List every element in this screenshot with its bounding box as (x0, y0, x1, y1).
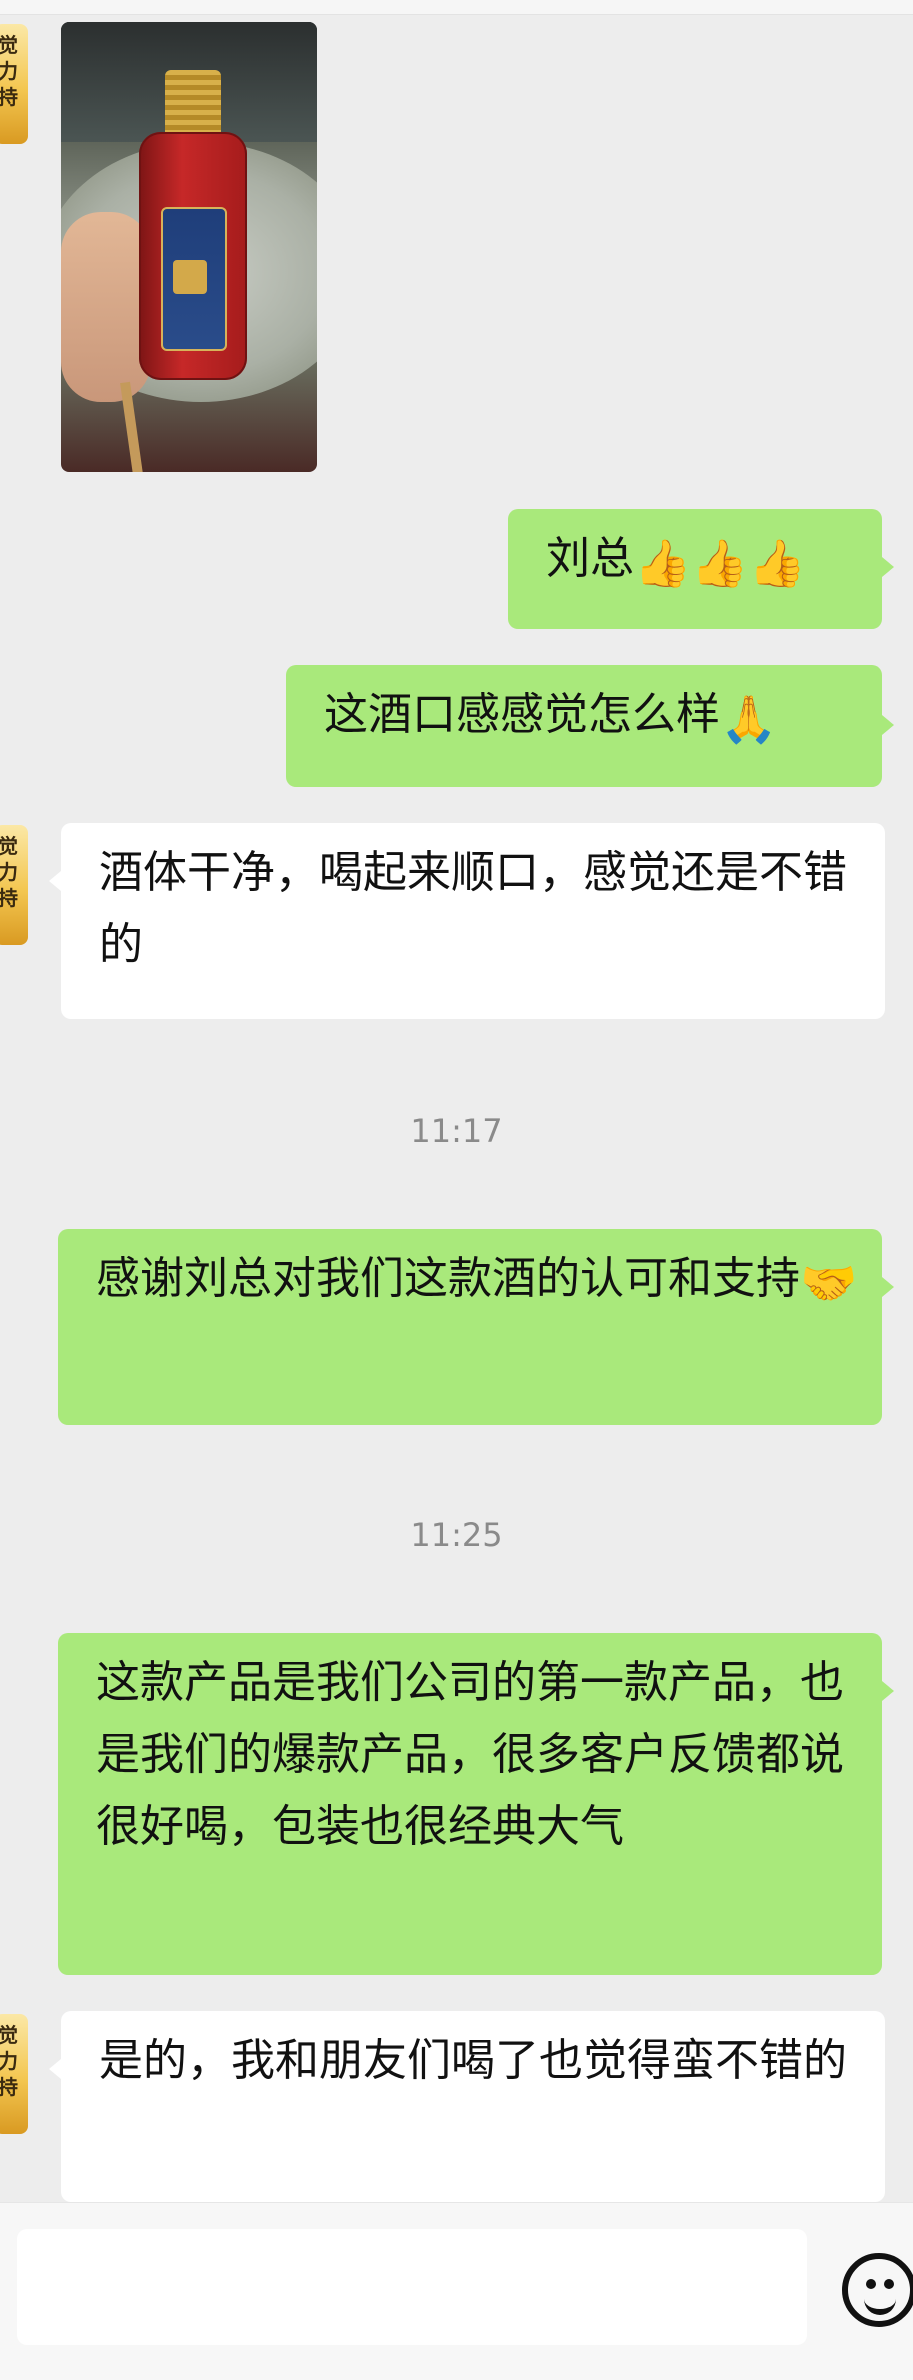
message-bubble-me[interactable]: 这款产品是我们公司的第一款产品，也是我们的爆款产品，很多客户反馈都说很好喝，包装… (58, 1633, 894, 1975)
smiley-icon[interactable] (842, 2253, 913, 2327)
message-input[interactable] (17, 2229, 807, 2345)
contact-avatar[interactable]: 觉力持 (0, 24, 28, 144)
pray-icon: 🙏 (720, 692, 778, 746)
message-bubble-me[interactable]: 刘总👍👍👍 (508, 509, 894, 629)
chat-area: 觉力持 刘总👍👍👍 这酒口感感觉怎么样🙏 觉力持 酒体干净，喝起来顺口，感觉还是… (0, 0, 913, 2202)
message-bubble-other[interactable]: 是的，我和朋友们喝了也觉得蛮不错的 (49, 2011, 885, 2202)
photo-message[interactable] (61, 22, 317, 472)
chopsticks (120, 381, 144, 472)
composer-bar (0, 2202, 913, 2380)
thumbs-up-icon: 👍👍👍 (634, 536, 806, 590)
message-text: 酒体干净，喝起来顺口，感觉还是不错的 (99, 847, 847, 970)
handshake-icon: 🤝 (800, 1256, 858, 1310)
smiley-eye-left (866, 2279, 876, 2289)
photo-hand (61, 212, 151, 402)
message-text: 这款产品是我们公司的第一款产品，也是我们的爆款产品，很多客户反馈都说很好喝，包装… (96, 1657, 844, 1852)
bubble-tail (882, 715, 894, 735)
bubble-tail (882, 1277, 894, 1297)
contact-avatar[interactable]: 觉力持 (0, 825, 28, 945)
avatar-text: 觉力持 (0, 834, 18, 910)
contact-avatar[interactable]: 觉力持 (0, 2014, 28, 2134)
smiley-eye-right (884, 2279, 894, 2289)
message-bubble-me[interactable]: 感谢刘总对我们这款酒的认可和支持🤝 (58, 1229, 894, 1425)
message-bubble-other[interactable]: 酒体干净，喝起来顺口，感觉还是不错的 (49, 823, 885, 1019)
smiley-mouth (864, 2293, 896, 2315)
message-bubble-me[interactable]: 这酒口感感觉怎么样🙏 (286, 665, 894, 787)
timestamp: 11:17 (410, 1112, 503, 1150)
message-text: 是的，我和朋友们喝了也觉得蛮不错的 (99, 2035, 847, 2086)
bottle-label-mark (173, 260, 207, 294)
top-bar (0, 0, 913, 15)
timestamp: 11:25 (410, 1516, 503, 1554)
bubble-tail (882, 1681, 894, 1701)
message-text: 这酒口感感觉怎么样 (324, 689, 720, 740)
message-text: 感谢刘总对我们这款酒的认可和支持 (96, 1253, 800, 1304)
avatar-text: 觉力持 (0, 2023, 18, 2099)
message-text: 刘总 (546, 533, 634, 584)
bubble-tail (49, 2059, 61, 2079)
bubble-tail (882, 557, 894, 577)
bubble-tail (49, 871, 61, 891)
avatar-text: 觉力持 (0, 33, 18, 109)
